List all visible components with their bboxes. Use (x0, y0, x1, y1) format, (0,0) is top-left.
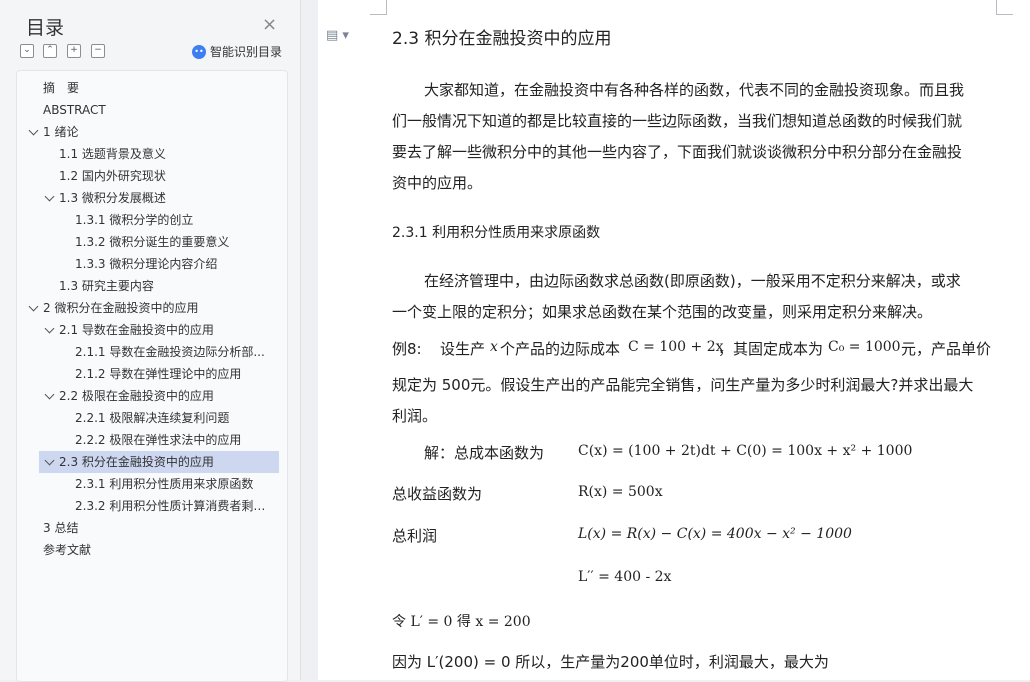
toc-item-2-2[interactable]: 2.2 极限在金融投资中的应用 (59, 385, 273, 407)
collapse-all-icon[interactable]: ⌄ (20, 44, 34, 58)
revenue-label: 总收益函数为 (392, 485, 483, 503)
math-formula: L(x) = R(x) − C(x) = 400x − x² − 1000 (578, 526, 852, 542)
toc-item-2-2-1[interactable]: 2.2.1 极限解决连续复利问题 (75, 407, 273, 429)
math-formula: C(x) = (100 + 2t)dt + C(0) = 100x + x² +… (578, 443, 913, 459)
toc-item-1-1[interactable]: 1.1 选题背景及意义 (59, 143, 273, 165)
document-page[interactable]: ▤ ▾ 2.3 积分在金融投资中的应用 大家都知道，在金融投资中有各种各样的函数… (318, 0, 1030, 680)
ai-recognize-label: 智能识别目录 (210, 45, 283, 59)
toc-item-1-2[interactable]: 1.2 国内外研究现状 (59, 165, 273, 187)
subsection-heading: 2.3.1 利用积分性质用来求原函数 (392, 225, 601, 241)
math-variable: x (490, 339, 498, 355)
chevron-down-icon[interactable] (44, 389, 55, 400)
toc-item-1-3-1[interactable]: 1.3.1 微积分学的创立 (75, 209, 273, 231)
margin-corner-mark (370, 0, 387, 15)
paragraph-line: 要去了解一些微积分中的其他一些内容了，下面我们就谈谈微积分中积分部分在金融投 (392, 143, 963, 161)
margin-corner-mark (996, 0, 1013, 15)
paragraph-line: 一个变上限的定积分；如果求总函数在某个范围的改变量，则采用定积分来解决。 (392, 303, 933, 321)
toc-item-2-3-selected[interactable]: 2.3 积分在金融投资中的应用 (39, 451, 279, 473)
toc-item-references[interactable]: 参考文献 (43, 539, 273, 561)
paragraph-line: 大家都知道，在金融投资中有各种各样的函数，代表不同的金融投资现象。而且我 (424, 81, 965, 99)
example-text: 个产品的边际成本 (500, 340, 621, 358)
page-view-icon[interactable]: ▤ ▾ (326, 28, 349, 43)
example-text: ，其固定成本为 (718, 340, 824, 358)
solution-label: 解：总成本函数为 (424, 444, 545, 462)
paragraph-line: 在经济管理中，由边际函数求总函数(即原函数)，一般采用不定积分来解决，或求 (424, 272, 961, 290)
sidebar-title: 目录 (26, 17, 65, 39)
toc-item-1-3[interactable]: 1.3 微积分发展概述 (59, 187, 273, 209)
math-line: 令 L′ = 0 得 x = 200 (392, 614, 531, 630)
math-formula: L′′ = 400 - 2x (578, 569, 672, 585)
remove-heading-icon[interactable]: − (91, 44, 105, 58)
toc-item-1-3b[interactable]: 1.3 研究主要内容 (59, 275, 273, 297)
paragraph-line: 利润。 (392, 407, 438, 425)
toc-item-ch1[interactable]: 1 绪论 (43, 121, 273, 143)
paragraph-line: 们一般情况下知道的都是比较直接的一些边际函数，当我们想知道总函数的时候我们就 (392, 112, 963, 130)
chevron-down-icon[interactable] (44, 191, 55, 202)
toc-item-2-2-2[interactable]: 2.2.2 极限在弹性求法中的应用 (75, 429, 273, 451)
profit-label: 总利润 (392, 527, 438, 545)
paragraph-line: 资中的应用。 (392, 174, 483, 192)
add-heading-icon[interactable]: + (67, 44, 81, 58)
chevron-down-icon[interactable] (44, 323, 55, 334)
paragraph-line: 规定为 500元。假设生产出的产品能完全销售，问生产量为多少时利润最大?并求出最… (392, 376, 974, 394)
section-heading: 2.3 积分在金融投资中的应用 (392, 29, 612, 49)
toc-item-1-3-3[interactable]: 1.3.3 微积分理论内容介绍 (75, 253, 273, 275)
ai-icon: •• (192, 44, 206, 59)
chevron-down-icon[interactable] (28, 125, 39, 136)
toc-item-2-3-2[interactable]: 2.3.2 利用积分性质计算消费者剩 ... (75, 495, 267, 517)
toc-item-ch2[interactable]: 2 微积分在金融投资中的应用 (43, 297, 273, 319)
close-icon[interactable]: × (262, 14, 277, 35)
toc-item-2-3-1[interactable]: 2.3.1 利用积分性质用来求原函数 (75, 473, 273, 495)
toc-item-abstract-en[interactable]: ABSTRACT (43, 99, 273, 121)
expand-up-icon[interactable]: ⌃ (43, 44, 57, 58)
toc-sidebar: 目录 × ⌄ ⌃ + − •• 智能识别目录 摘 要 ABSTRACT 1 绪论… (0, 0, 301, 682)
example-label: 例8: (392, 340, 422, 358)
toc-item-2-1-1[interactable]: 2.1.1 导数在金融投资边际分析部... (75, 341, 267, 363)
toc-item-1-3-2[interactable]: 1.3.2 微积分诞生的重要意义 (75, 231, 273, 253)
math-formula: C₀ = 1000 (828, 339, 901, 355)
example-text: 元，产品单价 (901, 340, 992, 358)
toc-list: 摘 要 ABSTRACT 1 绪论 1.1 选题背景及意义 1.2 国内外研究现… (16, 70, 288, 682)
toc-item-ch3[interactable]: 3 总结 (43, 517, 273, 539)
ai-recognize-toc-button[interactable]: •• 智能识别目录 (192, 43, 282, 60)
toc-item-abstract-cn[interactable]: 摘 要 (43, 77, 273, 99)
math-formula: C = 100 + 2x (628, 339, 724, 355)
toc-item-2-1[interactable]: 2.1 导数在金融投资中的应用 (59, 319, 273, 341)
example-text: 设生产 (440, 340, 486, 358)
math-formula: R(x) = 500x (578, 484, 663, 500)
chevron-down-icon[interactable] (28, 301, 39, 312)
toc-item-2-1-2[interactable]: 2.1.2 导数在弹性理论中的应用 (75, 363, 273, 385)
paragraph-line: 因为 L′(200) = 0 所以，生产量为200单位时，利润最大，最大为 (392, 653, 829, 671)
